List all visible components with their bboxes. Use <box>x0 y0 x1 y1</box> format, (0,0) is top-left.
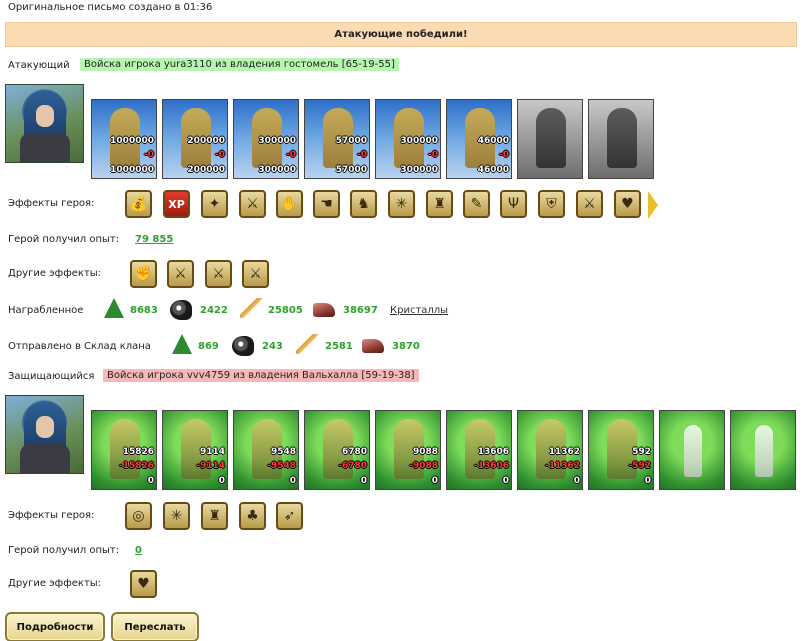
web-icon[interactable]: ✳ <box>163 502 190 530</box>
defender-unit[interactable]: 6780 -6780 0 <box>304 410 370 490</box>
clover-icon[interactable]: ♣ <box>239 502 266 530</box>
shield-icon[interactable]: ⛨ <box>538 190 565 218</box>
details-button[interactable]: Подробности <box>5 612 105 641</box>
armor-icon[interactable]: ♜ <box>426 190 453 218</box>
defender-unit[interactable]: 9114 -9114 0 <box>162 410 228 490</box>
gold-pile-icon[interactable]: 💰 <box>125 190 152 218</box>
trident-icon[interactable]: Ψ <box>500 190 527 218</box>
defender-xp-label: Герой получил опыт: <box>8 545 120 556</box>
attacker-unit-empty[interactable] <box>588 99 654 179</box>
forward-button[interactable]: Переслать <box>111 612 199 641</box>
web-icon[interactable]: ✳ <box>388 190 415 218</box>
defender-xp-value[interactable]: 0 <box>135 545 142 556</box>
defender-other-effects-label: Другие эффекты: <box>8 578 102 589</box>
clan-wood: 869 <box>198 341 219 352</box>
nest-icon[interactable]: ◎ <box>125 502 152 530</box>
defender-hero-portrait[interactable] <box>5 395 84 474</box>
defender-unit[interactable]: 13606 -13606 0 <box>446 410 512 490</box>
attacker-unit[interactable]: 1000000 -0 1000000 <box>91 99 157 179</box>
wood-tree-icon <box>104 298 124 318</box>
defender-unit-empty[interactable] <box>730 410 796 490</box>
xp-bonus-icon[interactable]: ✦ <box>201 190 228 218</box>
defender-unit[interactable]: 15826 -15826 0 <box>91 410 157 490</box>
heart-swords-icon[interactable]: ♥ <box>130 570 157 598</box>
sword-icon[interactable]: ⚔ <box>239 190 266 218</box>
attacker-label: Атакующий <box>8 60 70 71</box>
defender-unit[interactable]: 592 -592 0 <box>588 410 654 490</box>
armor-icon[interactable]: ♜ <box>201 502 228 530</box>
wood-tree-icon <box>172 334 192 354</box>
attacker-unit[interactable]: 300000 -0 300000 <box>375 99 441 179</box>
ore-icon <box>170 300 192 320</box>
defender-unit[interactable]: 9088 -9088 0 <box>375 410 441 490</box>
plunder-wood: 8683 <box>130 305 158 316</box>
attacker-effects-label: Эффекты героя: <box>8 198 95 209</box>
handshake-icon[interactable]: ✋ <box>276 190 303 218</box>
attacker-unit-empty[interactable] <box>517 99 583 179</box>
xp-icon[interactable]: XP <box>163 190 190 218</box>
crystals-link[interactable]: Кристаллы <box>390 305 448 316</box>
quill-icon[interactable]: ✎ <box>463 190 490 218</box>
attacker-unit[interactable]: 57000 -0 57000 <box>304 99 370 179</box>
attacker-unit[interactable]: 46000 -0 46000 <box>446 99 512 179</box>
defender-army: Войска игрока vvv4759 из владения Вальха… <box>103 369 419 382</box>
result-banner: Атакующие победили! <box>5 22 797 47</box>
attacker-other-effects-label: Другие эффекты: <box>8 268 102 279</box>
defender-unit[interactable]: 9548 -9548 0 <box>233 410 299 490</box>
plunder-logs: 25805 <box>268 305 303 316</box>
attacker-xp-value[interactable]: 79 855 <box>135 234 173 245</box>
attacker-unit[interactable]: 300000 -0 300000 <box>233 99 299 179</box>
ore-icon <box>232 336 254 356</box>
fist-icon[interactable]: ✊ <box>130 260 157 288</box>
logs-icon <box>296 334 318 354</box>
plunder-ruby: 38697 <box>343 305 378 316</box>
plunder-label: Награбленное <box>8 305 84 316</box>
defender-label: Защищающийся <box>8 371 95 382</box>
created-time: Оригинальное письмо создано в 01:36 <box>8 2 213 13</box>
sword-icon[interactable]: ⚔ <box>167 260 194 288</box>
sword-icon[interactable]: ⚔ <box>242 260 269 288</box>
bow-icon[interactable]: ➶ <box>276 502 303 530</box>
defender-unit[interactable]: 11362 -11362 0 <box>517 410 583 490</box>
ruby-icon <box>362 339 384 353</box>
attacker-xp-label: Герой получил опыт: <box>8 234 120 245</box>
clan-ore: 243 <box>262 341 283 352</box>
attacker-hero-portrait[interactable] <box>5 84 84 163</box>
clan-warehouse-label: Отправлено в Склад клана <box>8 341 151 352</box>
defender-effects-label: Эффекты героя: <box>8 510 95 521</box>
clan-ruby: 3870 <box>392 341 420 352</box>
ruby-icon <box>313 303 335 317</box>
defender-unit-empty[interactable] <box>659 410 725 490</box>
heart-icon[interactable]: ♥ <box>614 190 641 218</box>
plunder-ore: 2422 <box>200 305 228 316</box>
attacker-army: Войска игрока yura3110 из владения госто… <box>80 58 399 71</box>
clan-logs: 2581 <box>325 341 353 352</box>
sword-icon[interactable]: ⚔ <box>205 260 232 288</box>
hand-icon[interactable]: ☚ <box>313 190 340 218</box>
attacker-unit[interactable]: 200000 -0 200000 <box>162 99 228 179</box>
logs-icon <box>240 298 262 318</box>
wolf-icon[interactable]: ♞ <box>350 190 377 218</box>
effects-next-arrow-icon[interactable] <box>648 191 658 219</box>
sword-flip-icon[interactable]: ⚔ <box>576 190 603 218</box>
